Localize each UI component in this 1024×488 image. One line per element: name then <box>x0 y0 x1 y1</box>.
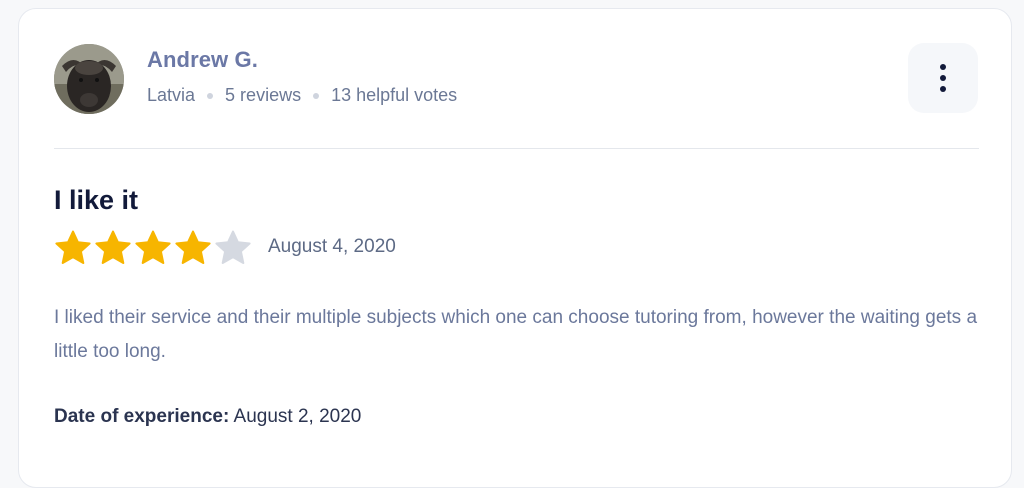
review-date: August 4, 2020 <box>268 236 396 257</box>
header-divider <box>54 148 979 149</box>
avatar[interactable] <box>54 44 124 114</box>
star-filled-icon <box>134 229 172 267</box>
review-title: I like it <box>54 185 139 215</box>
author-country: Latvia <box>147 85 196 105</box>
date-of-experience: Date of experience: August 2, 2020 <box>54 406 361 428</box>
star-empty-icon <box>214 229 252 267</box>
star-filled-icon <box>174 229 212 267</box>
review-body: I liked their service and their multiple… <box>54 307 978 362</box>
author-review-count: 5 reviews <box>225 85 302 105</box>
separator-dot <box>207 92 214 99</box>
experience-label: Date of experience: <box>54 406 230 427</box>
author-name[interactable]: Andrew G. <box>147 47 258 73</box>
more-vertical-icon <box>940 64 946 92</box>
more-options-button[interactable] <box>908 43 978 113</box>
buffalo-photo-icon <box>54 44 124 114</box>
experience-date: August 2, 2020 <box>233 406 362 427</box>
author-helpful-votes: 13 helpful votes <box>331 85 458 105</box>
review-card: Andrew G. Latvia 5 reviews 13 helpful vo… <box>18 8 1012 488</box>
separator-dot <box>313 92 320 99</box>
star-filled-icon <box>94 229 132 267</box>
star-filled-icon <box>54 229 92 267</box>
author-meta: Latvia 5 reviews 13 helpful votes <box>147 85 457 106</box>
star-rating <box>54 229 252 267</box>
